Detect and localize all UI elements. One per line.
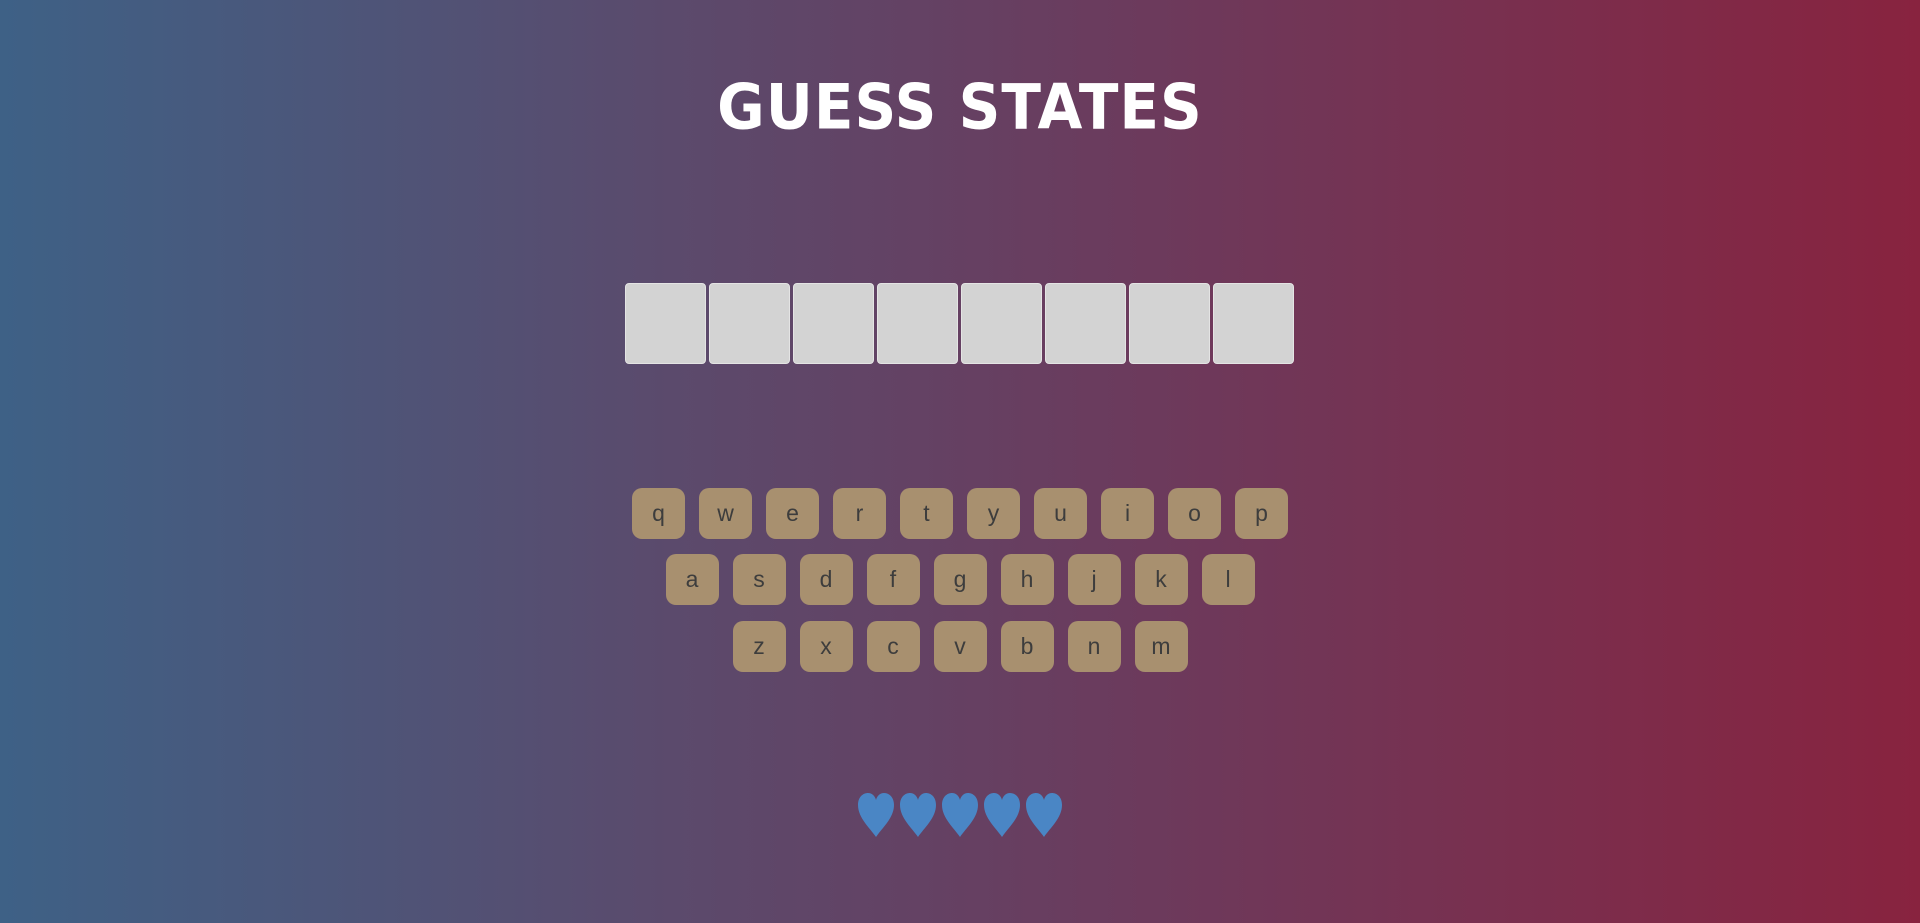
key-r[interactable]: r <box>833 488 886 539</box>
key-o[interactable]: o <box>1168 488 1221 539</box>
key-c[interactable]: c <box>866 621 920 672</box>
key-j[interactable]: j <box>1067 554 1121 605</box>
heart-icon <box>900 793 936 837</box>
answer-slots <box>625 283 1294 364</box>
key-s[interactable]: s <box>732 554 786 605</box>
key-a[interactable]: a <box>665 554 719 605</box>
key-f[interactable]: f <box>866 554 920 605</box>
letter-slot <box>1213 283 1294 364</box>
lives-display <box>0 792 1920 838</box>
key-e[interactable]: e <box>766 488 819 539</box>
key-q[interactable]: q <box>632 488 685 539</box>
key-v[interactable]: v <box>933 621 987 672</box>
key-k[interactable]: k <box>1134 554 1188 605</box>
key-t[interactable]: t <box>900 488 953 539</box>
key-p[interactable]: p <box>1235 488 1288 539</box>
keyboard-row: asdfghjkl <box>0 554 1920 605</box>
letter-slot <box>1129 283 1210 364</box>
letter-slot <box>961 283 1042 364</box>
letter-slot <box>625 283 706 364</box>
letter-slot <box>877 283 958 364</box>
heart-icon <box>942 793 978 837</box>
letter-slot <box>1045 283 1126 364</box>
key-x[interactable]: x <box>799 621 853 672</box>
key-m[interactable]: m <box>1134 621 1188 672</box>
heart-icon <box>984 793 1020 837</box>
keyboard-row: zxcvbnm <box>0 621 1920 672</box>
key-u[interactable]: u <box>1034 488 1087 539</box>
key-z[interactable]: z <box>732 621 786 672</box>
letter-slot <box>709 283 790 364</box>
key-l[interactable]: l <box>1201 554 1255 605</box>
key-y[interactable]: y <box>967 488 1020 539</box>
key-d[interactable]: d <box>799 554 853 605</box>
heart-icon <box>858 793 894 837</box>
keyboard-row: qwertyuiop <box>0 488 1920 539</box>
key-b[interactable]: b <box>1000 621 1054 672</box>
letter-slot <box>793 283 874 364</box>
key-g[interactable]: g <box>933 554 987 605</box>
key-i[interactable]: i <box>1101 488 1154 539</box>
heart-icon <box>1026 793 1062 837</box>
key-w[interactable]: w <box>699 488 752 539</box>
key-n[interactable]: n <box>1067 621 1121 672</box>
key-h[interactable]: h <box>1000 554 1054 605</box>
page-title: GUESS STATES <box>717 70 1203 144</box>
